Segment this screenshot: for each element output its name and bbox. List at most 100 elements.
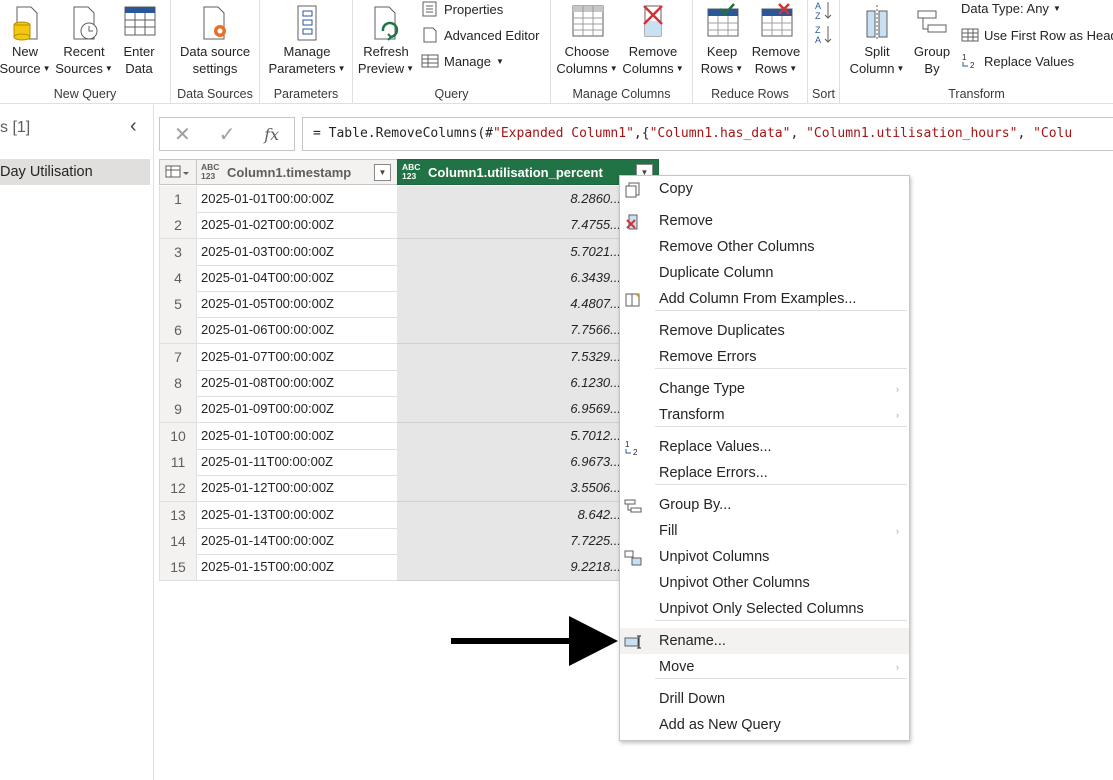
data-type-dropdown[interactable]: Data Type: Any ▼ bbox=[961, 1, 1061, 16]
filter-dropdown-icon[interactable]: ▼ bbox=[374, 164, 391, 181]
timestamp-cell[interactable]: 2025-01-15T00:00:00Z bbox=[196, 554, 398, 582]
timestamp-cell[interactable]: 2025-01-13T00:00:00Z bbox=[196, 501, 398, 529]
timestamp-cell[interactable]: 2025-01-09T00:00:00Z bbox=[196, 396, 398, 424]
timestamp-cell[interactable]: 2025-01-14T00:00:00Z bbox=[196, 527, 398, 555]
group-by-label-1: Group bbox=[913, 44, 951, 59]
menu-item-drill-down[interactable]: Drill Down bbox=[620, 686, 909, 712]
row-number[interactable]: 4 bbox=[159, 264, 197, 292]
menu-item-duplicate-column[interactable]: Duplicate Column bbox=[620, 260, 909, 286]
menu-item-replace-errors[interactable]: Replace Errors... bbox=[620, 460, 909, 486]
row-number[interactable]: 12 bbox=[159, 475, 197, 503]
menu-item-transform[interactable]: Transform › bbox=[620, 402, 909, 428]
menu-item-add-column-from-examples[interactable]: Add Column From Examples... bbox=[620, 286, 909, 312]
timestamp-cell[interactable]: 2025-01-02T00:00:00Z bbox=[196, 212, 398, 240]
replace-values-button[interactable]: 12 Replace Values bbox=[961, 53, 1074, 70]
menu-item-fill[interactable]: Fill › bbox=[620, 518, 909, 544]
menu-item-label: Group By... bbox=[659, 497, 732, 513]
properties-button[interactable]: Properties bbox=[421, 1, 503, 17]
row-number[interactable]: 2 bbox=[159, 212, 197, 240]
timestamp-cell[interactable]: 2025-01-08T00:00:00Z bbox=[196, 370, 398, 398]
group-label-parameters: Parameters bbox=[273, 87, 339, 101]
formula-prefix: = Table.RemoveColumns(# bbox=[313, 126, 494, 141]
keep-rows-icon bbox=[705, 3, 739, 43]
menu-item-remove-errors[interactable]: Remove Errors bbox=[620, 344, 909, 370]
enter-data-button[interactable]: Enter Data bbox=[117, 0, 161, 77]
menu-item-unpivot-only-selected-columns[interactable]: Unpivot Only Selected Columns bbox=[620, 596, 909, 622]
manage-parameters-label-1: Manage bbox=[283, 44, 331, 59]
query-item[interactable]: Day Utilisation bbox=[0, 159, 150, 185]
row-number[interactable]: 6 bbox=[159, 317, 197, 345]
collapse-pane-icon[interactable]: ‹ bbox=[130, 115, 137, 138]
group-label-manage-columns: Manage Columns bbox=[572, 87, 671, 101]
row-number[interactable]: 10 bbox=[159, 422, 197, 450]
row-number[interactable]: 11 bbox=[159, 448, 197, 476]
formula-input[interactable]: = Table.RemoveColumns(#"Expanded Column1… bbox=[302, 117, 1113, 151]
remove-rows-label-2: Rows bbox=[754, 61, 788, 76]
timestamp-cell[interactable]: 2025-01-12T00:00:00Z bbox=[196, 475, 398, 503]
cancel-formula-icon[interactable]: ✕ bbox=[160, 122, 205, 147]
refresh-preview-label-1: Refresh bbox=[363, 44, 409, 59]
menu-item-unpivot-other-columns[interactable]: Unpivot Other Columns bbox=[620, 570, 909, 596]
data-source-settings-button[interactable]: Data source settings bbox=[173, 0, 257, 77]
new-source-button[interactable]: New Source ▼ bbox=[0, 0, 51, 77]
column-header-timestamp[interactable]: ABC 123 Column1.timestamp ▼ bbox=[196, 159, 398, 185]
keep-rows-button[interactable]: Keep Rows ▼ bbox=[697, 0, 747, 77]
database-icon bbox=[8, 3, 42, 43]
sort-ascending-button[interactable]: AZ bbox=[814, 0, 836, 22]
menu-item-change-type[interactable]: Change Type › bbox=[620, 376, 909, 402]
commit-formula-icon[interactable]: ✓ bbox=[205, 122, 250, 147]
timestamp-cell[interactable]: 2025-01-10T00:00:00Z bbox=[196, 422, 398, 450]
group-by-icon bbox=[624, 497, 642, 513]
timestamp-cell[interactable]: 2025-01-07T00:00:00Z bbox=[196, 343, 398, 371]
recent-sources-button[interactable]: Recent Sources ▼ bbox=[54, 0, 114, 77]
group-by-button[interactable]: Group By bbox=[910, 0, 954, 77]
choose-columns-icon bbox=[570, 3, 604, 43]
clock-file-icon bbox=[67, 3, 101, 43]
submenu-chevron-icon: › bbox=[896, 384, 899, 394]
row-number[interactable]: 14 bbox=[159, 527, 197, 555]
split-column-button[interactable]: Split Column ▼ bbox=[848, 0, 906, 77]
menu-item-label: Unpivot Only Selected Columns bbox=[659, 601, 864, 617]
menu-item-copy[interactable]: Copy bbox=[620, 176, 909, 202]
row-number[interactable]: 1 bbox=[159, 186, 197, 213]
menu-item-remove[interactable]: Remove bbox=[620, 208, 909, 234]
use-first-row-button[interactable]: Use First Row as Headers bbox=[961, 27, 1113, 43]
timestamp-cell[interactable]: 2025-01-04T00:00:00Z bbox=[196, 264, 398, 292]
timestamp-cell[interactable]: 2025-01-05T00:00:00Z bbox=[196, 291, 398, 319]
menu-item-group-by[interactable]: Group By... bbox=[620, 492, 909, 518]
choose-columns-button[interactable]: Choose Columns ▼ bbox=[556, 0, 618, 77]
manage-parameters-button[interactable]: Manage Parameters ▼ bbox=[264, 0, 350, 77]
menu-item-replace-values[interactable]: 1 2 Replace Values... bbox=[620, 434, 909, 460]
timestamp-cell[interactable]: 2025-01-11T00:00:00Z bbox=[196, 448, 398, 476]
menu-item-remove-other-columns[interactable]: Remove Other Columns bbox=[620, 234, 909, 260]
table-row: 10 2025-01-10T00:00:00Z 5.7012... bbox=[159, 422, 659, 450]
advanced-editor-button[interactable]: Advanced Editor bbox=[421, 27, 539, 43]
sort-descending-button[interactable]: ZA bbox=[814, 24, 836, 46]
row-number[interactable]: 5 bbox=[159, 291, 197, 319]
fx-icon[interactable]: fx bbox=[249, 125, 294, 144]
menu-separator bbox=[655, 620, 907, 621]
table-menu-corner[interactable] bbox=[159, 159, 197, 185]
row-number[interactable]: 15 bbox=[159, 554, 197, 582]
row-number[interactable]: 3 bbox=[159, 238, 197, 266]
row-number[interactable]: 7 bbox=[159, 343, 197, 371]
refresh-preview-button[interactable]: Refresh Preview ▼ bbox=[357, 0, 415, 77]
menu-item-add-as-new-query[interactable]: Add as New Query bbox=[620, 712, 909, 738]
row-number[interactable]: 13 bbox=[159, 501, 197, 529]
svg-text:Z: Z bbox=[815, 25, 821, 35]
row-number[interactable]: 9 bbox=[159, 396, 197, 424]
manage-parameters-label-2: Parameters bbox=[268, 61, 336, 76]
menu-item-rename[interactable]: Rename... bbox=[620, 628, 909, 654]
timestamp-cell[interactable]: 2025-01-01T00:00:00Z bbox=[196, 186, 398, 213]
remove-columns-button[interactable]: Remove Columns ▼ bbox=[621, 0, 685, 77]
manage-button[interactable]: Manage ▼ bbox=[421, 53, 504, 69]
remove-rows-button[interactable]: Remove Rows ▼ bbox=[749, 0, 803, 77]
row-number[interactable]: 8 bbox=[159, 370, 197, 398]
table-row: 7 2025-01-07T00:00:00Z 7.5329... bbox=[159, 343, 659, 371]
menu-item-move[interactable]: Move › bbox=[620, 654, 909, 680]
timestamp-cell[interactable]: 2025-01-06T00:00:00Z bbox=[196, 317, 398, 345]
menu-item-remove-duplicates[interactable]: Remove Duplicates bbox=[620, 318, 909, 344]
menu-item-unpivot-columns[interactable]: Unpivot Columns bbox=[620, 544, 909, 570]
timestamp-cell[interactable]: 2025-01-03T00:00:00Z bbox=[196, 238, 398, 266]
refresh-preview-label-2: Preview bbox=[357, 61, 405, 76]
